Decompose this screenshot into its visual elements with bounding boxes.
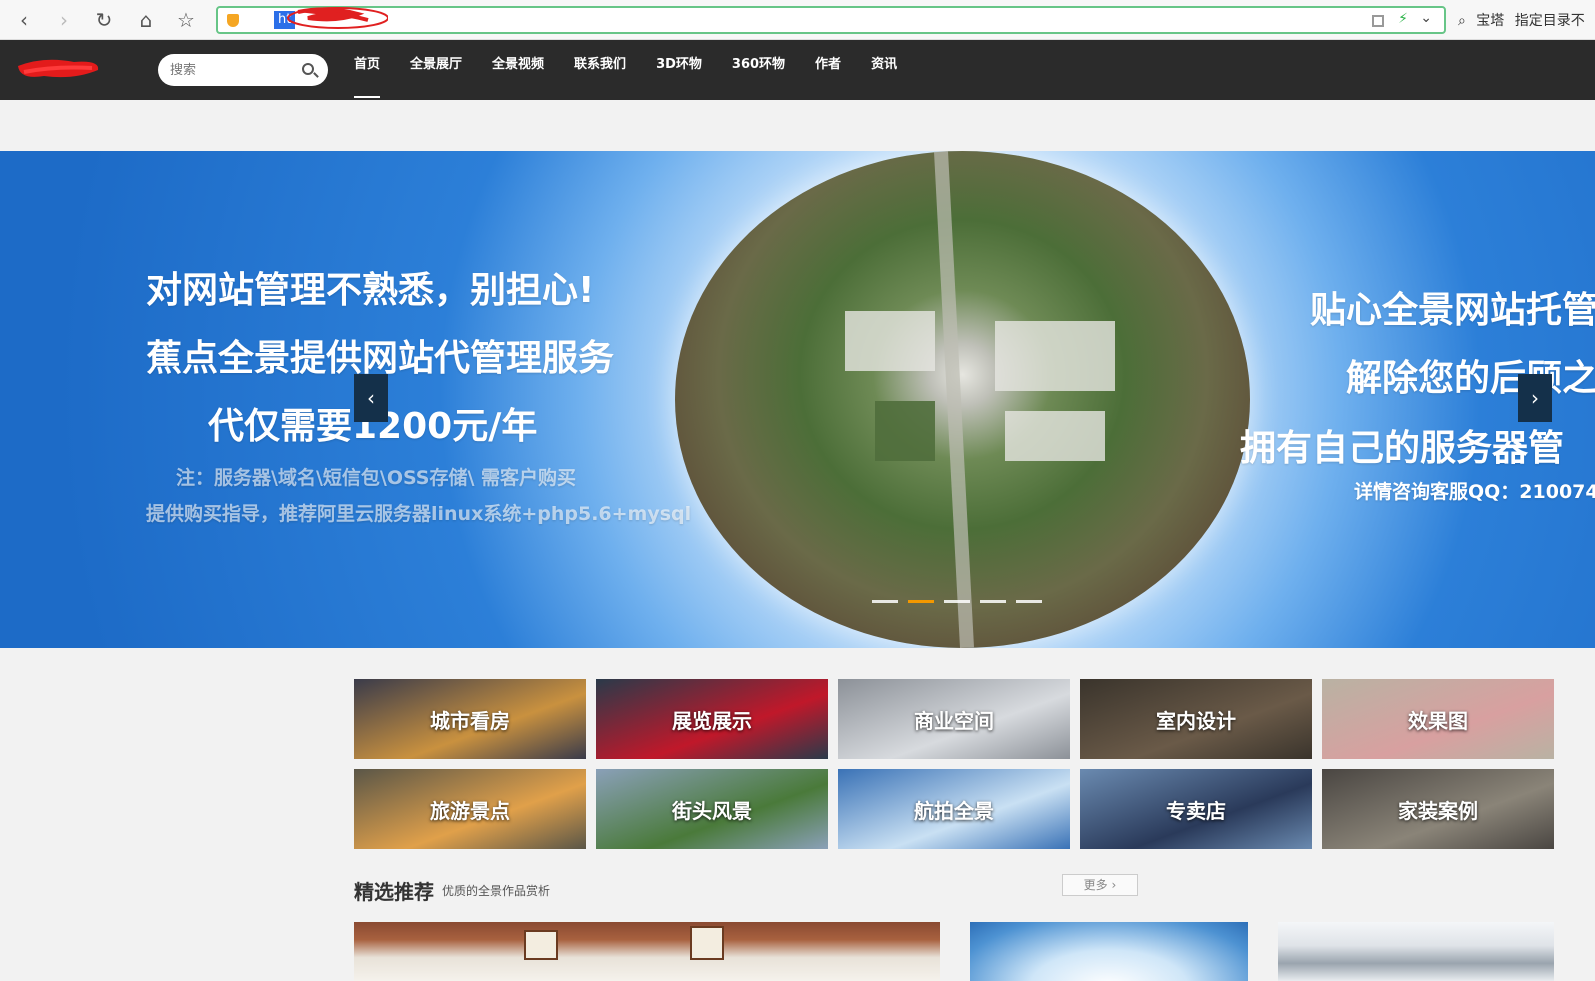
category-label: 展览展示 — [672, 708, 752, 733]
category-label: 效果图 — [1408, 708, 1468, 733]
security-shield-icon[interactable] — [227, 14, 239, 27]
more-label: 更多 — [1083, 878, 1108, 892]
recommend-thumbnail[interactable] — [1278, 922, 1554, 981]
planet-road — [934, 151, 974, 648]
nav-item-home[interactable]: 首页 — [354, 40, 381, 100]
nav-item-panorama-video[interactable]: 全景视频 — [492, 40, 544, 100]
recommend-thumbnail[interactable] — [970, 922, 1248, 981]
category-tile-home-decor[interactable]: 家装案例 — [1322, 769, 1554, 849]
search-input[interactable] — [168, 60, 288, 80]
category-label: 室内设计 — [1156, 708, 1236, 733]
qr-code-icon[interactable] — [1372, 15, 1384, 27]
bookmark-star-icon[interactable]: ☆ — [174, 8, 198, 32]
redaction-scribble — [287, 7, 388, 29]
bookmark-label-baota[interactable]: 宝塔 — [1476, 13, 1504, 29]
category-tile-street-view[interactable]: 街头风景 — [596, 769, 828, 849]
bookmark-label-dir[interactable]: 指定目录不 — [1515, 13, 1585, 29]
category-label: 商业空间 — [914, 708, 994, 733]
lantern-shape — [690, 926, 724, 960]
category-label: 旅游景点 — [430, 798, 510, 823]
banner-planet-image — [675, 151, 1250, 648]
banner-line-4: 注：服务器\域名\短信包\OSS存储\ 需客户购买 — [176, 467, 577, 489]
carousel-prev-button[interactable]: ‹ — [354, 374, 388, 422]
planet-building — [995, 321, 1115, 391]
category-tile-rendering[interactable]: 效果图 — [1322, 679, 1554, 759]
planet-trees — [875, 401, 935, 461]
category-tile-aerial[interactable]: 航拍全景 — [838, 769, 1070, 849]
category-label: 家装案例 — [1398, 798, 1478, 823]
nav-item-contact[interactable]: 联系我们 — [574, 40, 626, 100]
nav-item-author[interactable]: 作者 — [815, 40, 841, 100]
address-bar[interactable]: ht ⚡ ⌄ — [216, 6, 1446, 34]
site-header: 首页 全景展厅 全景视频 联系我们 3D环物 360环物 作者 资讯 — [0, 40, 1595, 100]
banner-line-1: 对网站管理不熟悉，别担心! — [146, 270, 595, 311]
carousel-dot[interactable] — [872, 600, 898, 603]
back-icon[interactable]: ‹ — [12, 8, 36, 32]
chevron-right-icon: › — [1111, 878, 1117, 892]
site-search — [158, 54, 328, 86]
chevron-down-icon[interactable]: ⌄ — [1420, 10, 1432, 26]
nav-item-360-object[interactable]: 360环物 — [732, 40, 785, 100]
carousel-dot[interactable] — [1016, 600, 1042, 603]
category-tile-exhibition[interactable]: 展览展示 — [596, 679, 828, 759]
nav-item-3d-object[interactable]: 3D环物 — [656, 40, 702, 100]
carousel-dot-active[interactable] — [908, 600, 934, 603]
category-tile-store[interactable]: 专卖店 — [1080, 769, 1312, 849]
category-tile-interior-design[interactable]: 室内设计 — [1080, 679, 1312, 759]
planet-building — [845, 311, 935, 371]
banner-right-line-2: 解除您的后顾之 — [1346, 358, 1595, 399]
forward-icon[interactable]: › — [52, 8, 76, 32]
banner-right-line-3: 拥有自己的服务器管 — [1240, 428, 1565, 469]
lantern-shape — [524, 930, 558, 960]
category-tile-commercial-space[interactable]: 商业空间 — [838, 679, 1070, 759]
main-menu: 首页 全景展厅 全景视频 联系我们 3D环物 360环物 作者 资讯 — [354, 40, 927, 100]
category-tile-tourism[interactable]: 旅游景点 — [354, 769, 586, 849]
banner-right-line-4: 详情咨询客服QQ：210074 — [1354, 481, 1595, 503]
section-title: 精选推荐 — [354, 880, 434, 904]
recommend-thumbnail[interactable] — [354, 922, 940, 981]
category-label: 街头风景 — [672, 798, 752, 823]
carousel-indicators — [872, 600, 1052, 603]
category-label: 专卖店 — [1166, 798, 1226, 823]
nav-item-news[interactable]: 资讯 — [871, 40, 897, 100]
carousel-dot[interactable] — [980, 600, 1006, 603]
home-icon[interactable]: ⌂ — [134, 8, 158, 32]
browser-search-area[interactable]: ⌕ 宝塔 指定目录不 — [1458, 10, 1591, 30]
carousel-dot[interactable] — [944, 600, 970, 603]
more-button[interactable]: 更多 › — [1062, 874, 1138, 896]
category-label: 航拍全景 — [914, 798, 994, 823]
lightning-icon[interactable]: ⚡ — [1398, 11, 1408, 27]
reload-icon[interactable]: ↻ — [92, 8, 116, 32]
banner-carousel[interactable]: 对网站管理不熟悉，别担心! 蕉点全景提供网站代管理服务 代仅需要1200元/年 … — [0, 151, 1595, 648]
search-icon: ⌕ — [1458, 13, 1466, 29]
site-logo[interactable] — [14, 56, 102, 82]
section-subtitle: 优质的全景作品赏析 — [442, 884, 551, 898]
nav-item-panorama-hall[interactable]: 全景展厅 — [410, 40, 462, 100]
category-tile-city-housing[interactable]: 城市看房 — [354, 679, 586, 759]
category-label: 城市看房 — [430, 708, 510, 733]
banner-line-5: 提供购买指导，推荐阿里云服务器linux系统+php5.6+mysql — [146, 503, 692, 525]
browser-toolbar: ‹ › ↻ ⌂ ☆ ht ⚡ ⌄ ⌕ 宝塔 指定目录不 — [0, 0, 1595, 40]
search-icon[interactable] — [302, 63, 314, 75]
banner-right-line-1: 贴心全景网站托管 — [1310, 290, 1595, 331]
carousel-next-button[interactable]: › — [1518, 374, 1552, 422]
planet-building — [1005, 411, 1105, 461]
